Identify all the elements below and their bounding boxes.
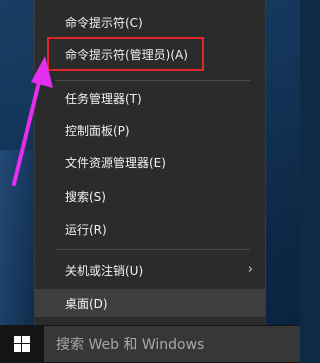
menu-item-control-panel[interactable]: 控制面板(P) — [35, 116, 265, 144]
menu-item-command-prompt[interactable]: 命令提示符(C) — [35, 8, 265, 36]
chevron-right-icon: › — [247, 262, 253, 277]
windows-logo-icon — [14, 336, 30, 352]
menu-item-label: 运行(R) — [65, 222, 107, 237]
menu-item-task-manager[interactable]: 任务管理器(T) — [35, 84, 265, 112]
menu-item-label: 命令提示符(C) — [65, 15, 143, 30]
taskbar: 搜索 Web 和 Windows — [0, 325, 300, 363]
menu-item-label: 搜索(S) — [65, 189, 106, 204]
start-button[interactable] — [0, 325, 44, 363]
menu-item-label: 关机或注销(U) — [65, 263, 144, 278]
menu-item-file-explorer[interactable]: 文件资源管理器(E) — [35, 148, 265, 176]
menu-item-label: 文件资源管理器(E) — [65, 155, 166, 170]
menu-item-label: 桌面(D) — [65, 296, 108, 311]
search-placeholder: 搜索 Web 和 Windows — [56, 337, 205, 353]
menu-item-label: 控制面板(P) — [65, 123, 130, 138]
menu-item-desktop[interactable]: 桌面(D) — [35, 289, 265, 317]
menu-item-run[interactable]: 运行(R) — [35, 215, 265, 243]
menu-separator — [55, 80, 250, 81]
menu-item-label: 任务管理器(T) — [65, 91, 142, 106]
annotation-highlight-box — [47, 37, 204, 71]
menu-item-search[interactable]: 搜索(S) — [35, 182, 265, 210]
taskbar-search-box[interactable]: 搜索 Web 和 Windows — [44, 326, 300, 362]
menu-separator — [55, 249, 250, 250]
menu-item-shutdown-signout[interactable]: 关机或注销(U) › — [35, 256, 265, 284]
